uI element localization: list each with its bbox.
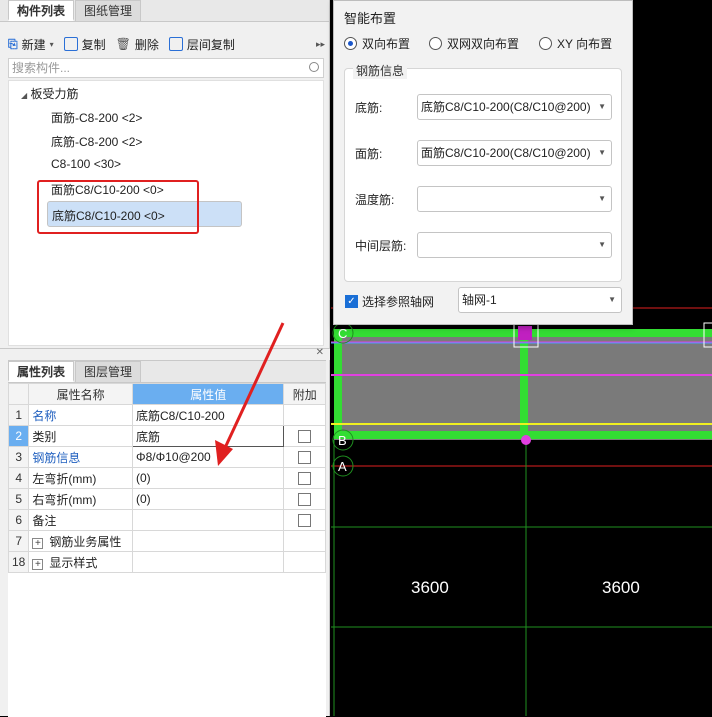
annotation-arrow-layer (215, 322, 285, 466)
red-arrow-head (215, 440, 233, 466)
red-arrow-shaft (222, 322, 285, 451)
